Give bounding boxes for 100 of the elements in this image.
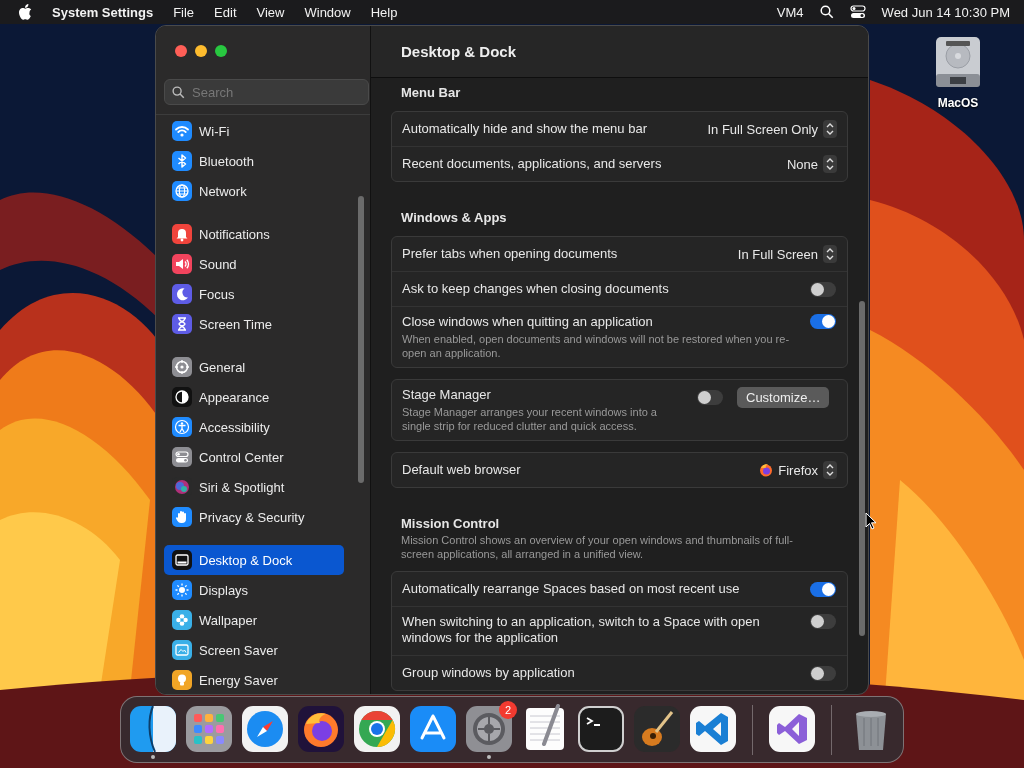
- bell-icon: [172, 224, 192, 244]
- orb-icon: [172, 477, 192, 497]
- apple-logo-icon[interactable]: [18, 4, 32, 20]
- menu-item[interactable]: Edit: [214, 4, 237, 20]
- menu-bar-clock[interactable]: Wed Jun 14 10:30 PM: [881, 4, 1010, 20]
- code-editor-icon: [688, 703, 738, 754]
- dock-item[interactable]: 2: [464, 699, 514, 760]
- sidebar-item[interactable]: Sound: [164, 249, 344, 279]
- terminal-icon: [576, 703, 626, 754]
- menu-item[interactable]: Help: [370, 4, 398, 20]
- finder-icon: [128, 703, 178, 754]
- app-menu[interactable]: System Settings: [52, 4, 154, 20]
- desktop-icon-label[interactable]: MacOS: [937, 96, 979, 110]
- scrollbar-thumb[interactable]: [859, 301, 865, 636]
- search-icon[interactable]: [819, 5, 834, 19]
- sidebar-item[interactable]: Screen Time: [164, 309, 344, 339]
- setting-label: Close windows when quitting an application: [402, 314, 654, 330]
- popup-button[interactable]: Firefox: [759, 461, 837, 479]
- sidebar-item[interactable]: Network: [164, 176, 344, 206]
- gear-icon: [464, 703, 514, 754]
- app-grid-icon: [184, 703, 234, 754]
- visual-studio-icon: [767, 703, 817, 754]
- status-item[interactable]: VM4: [776, 4, 804, 20]
- sidebar-item[interactable]: Accessibility: [164, 412, 344, 442]
- popup-button[interactable]: None: [786, 155, 837, 173]
- hourglass-icon: [172, 314, 192, 334]
- sidebar-item[interactable]: Focus: [164, 279, 344, 309]
- search-icon: [172, 86, 185, 99]
- menu-item[interactable]: Window: [304, 4, 351, 20]
- chevron-updown-icon: [823, 461, 837, 479]
- setting-label: Automatically rearrange Spaces based on most recent use: [402, 581, 741, 597]
- minimize-button[interactable]: [195, 45, 207, 57]
- toggle-switch[interactable]: [810, 614, 836, 629]
- screen-icon: [172, 640, 192, 660]
- setting-label: Automatically hide and show the menu bar: [402, 121, 648, 137]
- flower-icon: [172, 610, 192, 630]
- setting-description: Stage Manager arranges your recent windows into a single strip for reduced clutter and quick access.: [402, 405, 658, 433]
- notification-badge: 2: [499, 700, 517, 719]
- menu-item[interactable]: File: [173, 4, 195, 20]
- toggle-switch[interactable]: [810, 314, 836, 329]
- hand-icon: [172, 507, 192, 527]
- speaker-icon: [172, 254, 192, 274]
- contrast-icon: [172, 387, 192, 407]
- lightbulb-icon: [172, 670, 192, 690]
- window-title: Desktop & Dock: [401, 43, 517, 60]
- close-button[interactable]: [175, 45, 187, 57]
- popup-button[interactable]: In Full Screen: [737, 245, 837, 263]
- toggle-switch[interactable]: [697, 390, 723, 405]
- setting-description: When enabled, open documents and windows will not be restored when you re-open an application.: [402, 332, 791, 360]
- setting-label: Group windows by application: [402, 665, 576, 681]
- dock-icon: [172, 550, 192, 570]
- chevron-updown-icon: [823, 245, 837, 263]
- toggles-icon[interactable]: [849, 5, 866, 19]
- sidebar-item[interactable]: Appearance: [164, 382, 344, 412]
- toggle-switch[interactable]: [810, 281, 836, 297]
- app-store-icon: [408, 703, 458, 754]
- menu-item[interactable]: View: [256, 4, 285, 20]
- sidebar-item[interactable]: Control Center: [164, 442, 344, 472]
- setting-label: When switching to an application, switch to a Space with open windows for the application: [402, 614, 761, 646]
- scrollbar-thumb[interactable]: [358, 196, 364, 483]
- sidebar-item[interactable]: Desktop & Dock: [164, 545, 344, 575]
- sidebar-item[interactable]: Bluetooth: [164, 146, 344, 176]
- section-heading: Mission Control: [400, 516, 501, 532]
- section-heading: Menu Bar: [400, 85, 462, 101]
- customize-button[interactable]: Customize…: [737, 387, 830, 408]
- running-indicator: [151, 754, 155, 759]
- sidebar-item[interactable]: Wi-Fi: [164, 116, 344, 146]
- sidebar-item[interactable]: Privacy & Security: [164, 502, 344, 532]
- accessibility-icon: [172, 417, 192, 437]
- setting-label: Prefer tabs when opening documents: [402, 246, 619, 262]
- chevron-updown-icon: [823, 120, 837, 138]
- running-indicator: [487, 754, 491, 759]
- moon-icon: [172, 284, 192, 304]
- sidebar-item[interactable]: Notifications: [164, 219, 344, 249]
- chevron-updown-icon: [823, 155, 837, 173]
- toggle-switch[interactable]: [810, 581, 836, 597]
- guitar-icon: [632, 703, 682, 754]
- firefox-icon: [759, 463, 774, 477]
- sidebar-item[interactable]: Displays: [164, 575, 344, 605]
- pointer-cursor-icon: [865, 512, 877, 530]
- toggle-switch[interactable]: [810, 665, 836, 681]
- gear-icon: [172, 357, 192, 377]
- wifi-icon: [172, 121, 192, 141]
- bluetooth-icon: [172, 151, 192, 171]
- section-heading: Windows & Apps: [400, 210, 508, 226]
- setting-label: Recent documents, applications, and servers: [402, 156, 663, 172]
- setting-label: Default web browser: [402, 462, 522, 478]
- setting-label: Stage Manager: [402, 387, 492, 403]
- sidebar-item[interactable]: General: [164, 352, 344, 382]
- firefox-icon: [296, 703, 346, 754]
- sidebar-item[interactable]: Siri & Spotlight: [164, 472, 344, 502]
- sidebar-item[interactable]: Screen Saver: [164, 635, 344, 665]
- popup-button[interactable]: In Full Screen Only: [707, 120, 837, 138]
- sidebar-item[interactable]: Wallpaper: [164, 605, 344, 635]
- sidebar-item[interactable]: Energy Saver: [164, 665, 344, 694]
- section-description: Mission Control shows an overview of your open windows and thumbnails of full-screen applications, all arranged in a unified view.: [400, 533, 794, 561]
- chrome-icon: [352, 703, 402, 754]
- zoom-button[interactable]: [215, 45, 227, 57]
- globe-icon: [172, 181, 192, 201]
- search-field[interactable]: Search: [164, 79, 369, 105]
